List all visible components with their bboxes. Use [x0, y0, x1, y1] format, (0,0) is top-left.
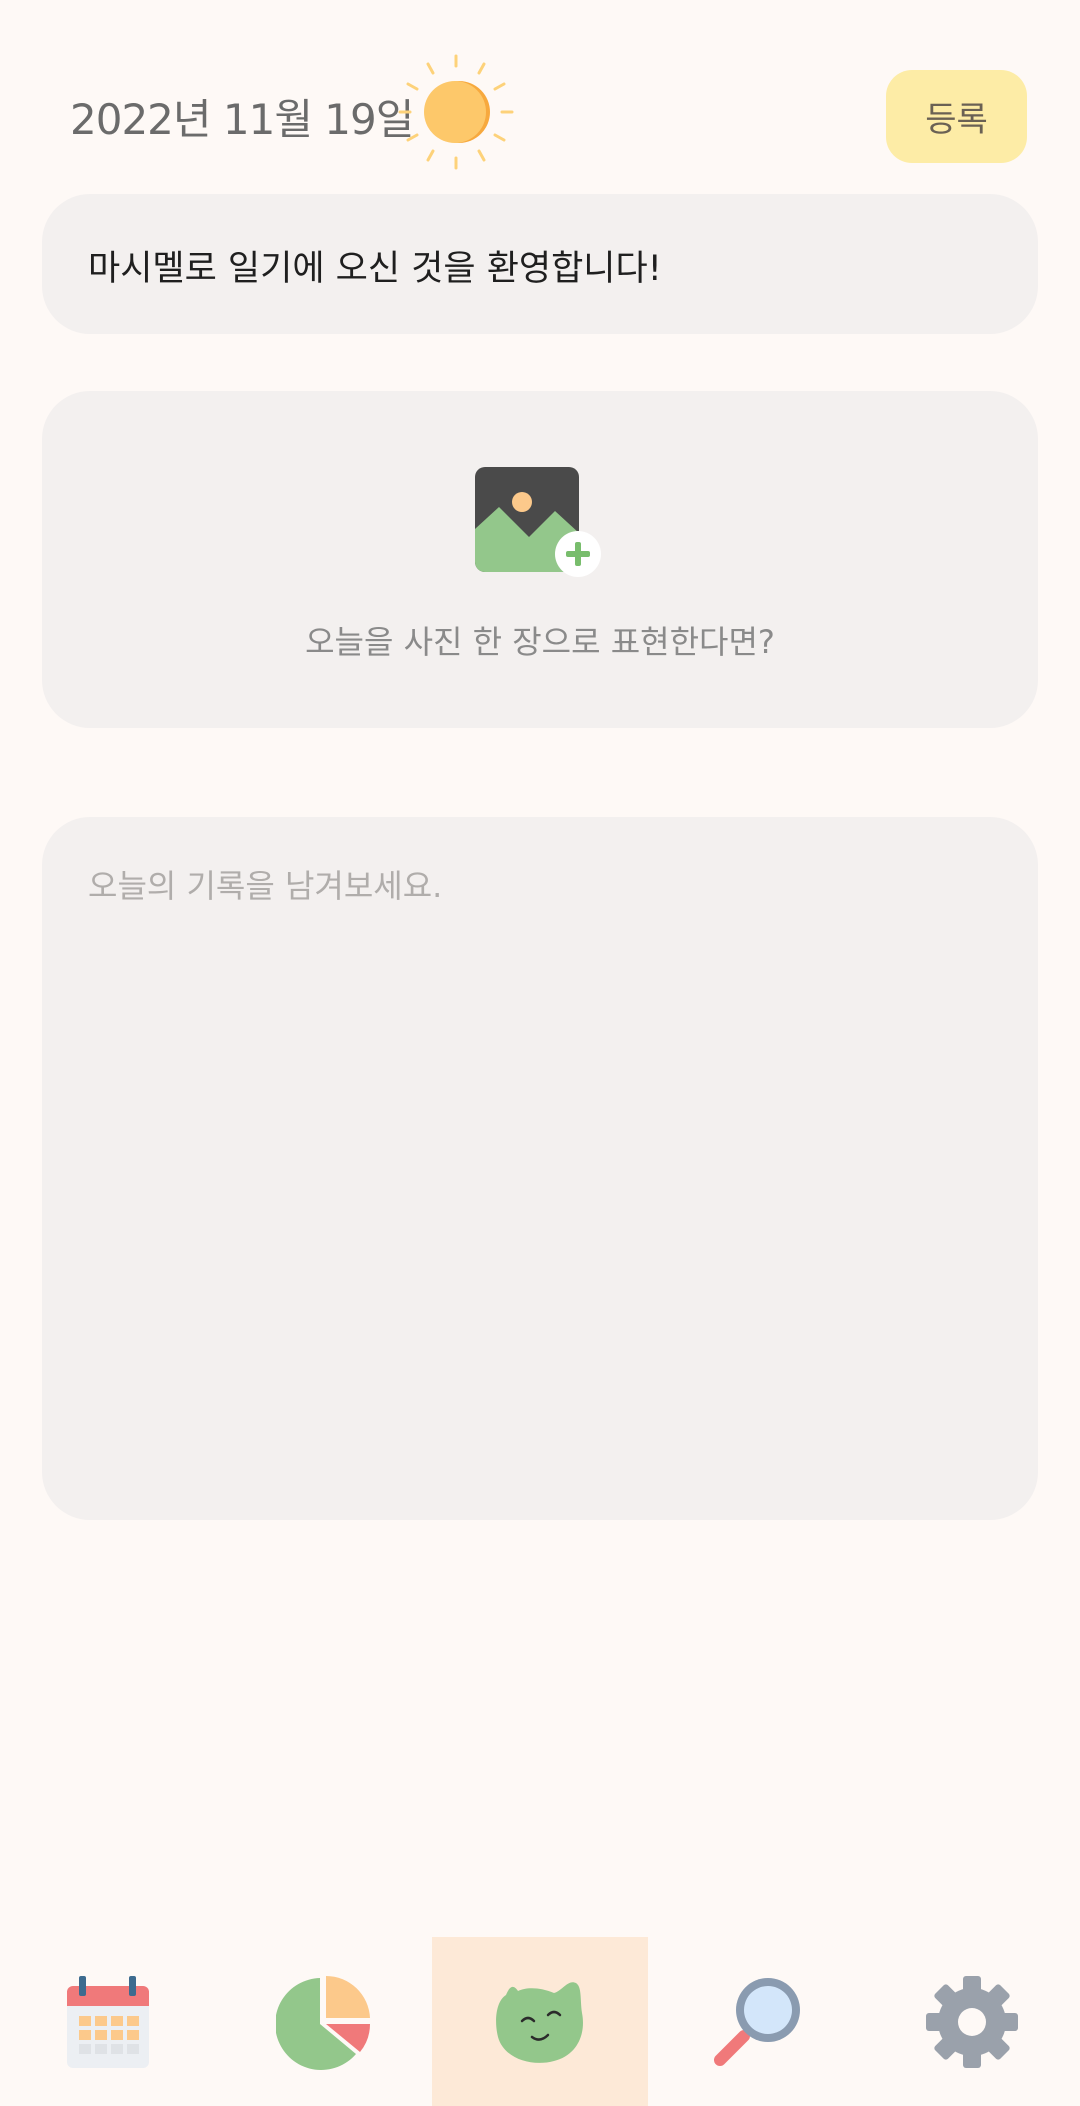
add-photo-card[interactable]: 오늘을 사진 한 장으로 표현한다면?	[42, 391, 1038, 728]
nav-settings[interactable]	[864, 1937, 1080, 2106]
welcome-card: 마시멜로 일기에 오신 것을 환영합니다!	[42, 194, 1038, 334]
diary-input[interactable]	[88, 861, 988, 1481]
welcome-message: 마시멜로 일기에 오신 것을 환영합니다!	[88, 249, 662, 289]
register-button[interactable]: 등록	[886, 70, 1027, 163]
nav-search[interactable]	[648, 1937, 864, 2106]
nav-diary[interactable]	[432, 1937, 648, 2106]
marshmallow-face-icon	[492, 1977, 588, 2067]
bottom-nav	[0, 1937, 1080, 2106]
date-label: 2022년 11월 19일	[70, 95, 414, 144]
photo-prompt: 오늘을 사진 한 장으로 표현한다면?	[305, 623, 775, 661]
calendar-icon	[65, 1974, 151, 2070]
nav-statistics[interactable]	[216, 1937, 432, 2106]
add-photo-icon[interactable]	[475, 467, 609, 585]
header: 2022년 11월 19일 등록	[0, 40, 1080, 185]
nav-calendar[interactable]	[0, 1937, 216, 2106]
diary-card	[42, 817, 1038, 1520]
pie-chart-icon	[276, 1974, 372, 2070]
gear-icon	[924, 1974, 1020, 2070]
magnifier-icon	[708, 1974, 804, 2070]
sun-icon[interactable]	[396, 52, 516, 172]
